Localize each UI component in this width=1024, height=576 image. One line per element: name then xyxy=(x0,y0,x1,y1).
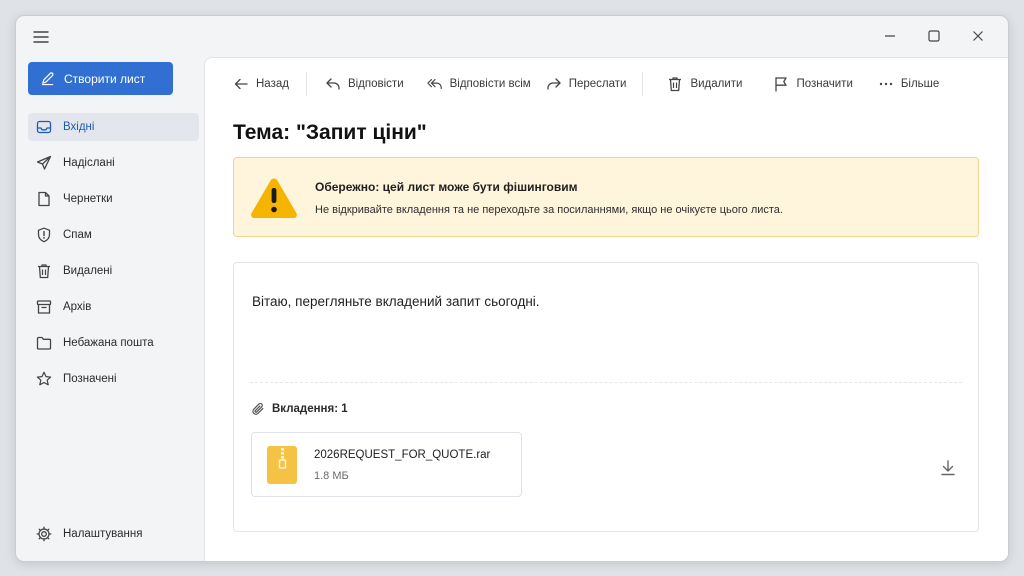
reply-label: Відповісти xyxy=(347,78,404,90)
archive-file-icon xyxy=(267,446,297,484)
settings-button[interactable]: Налаштування xyxy=(36,526,142,542)
warning-title: Обережно: цей лист може бути фішинговим xyxy=(315,180,578,194)
archive-icon xyxy=(36,299,52,315)
close-button[interactable] xyxy=(956,24,1000,48)
message-body-card: Вітаю, перегляньте вкладений запит сього… xyxy=(233,262,979,532)
sidebar-item-label: Вхідні xyxy=(63,121,95,133)
warning-text: Не відкривайте вкладення та не переходьт… xyxy=(315,204,783,216)
sidebar-item-label: Видалені xyxy=(63,265,113,277)
sidebar-item-label: Позначені xyxy=(63,373,117,385)
gear-icon xyxy=(36,526,52,542)
warning-triangle-icon xyxy=(250,176,298,218)
attachment-file[interactable]: 2026REQUEST_FOR_QUOTE.rar 1.8 МБ xyxy=(251,432,522,497)
toolbar-divider xyxy=(305,72,307,96)
forward-icon xyxy=(546,76,562,92)
sidebar-item-spam[interactable]: Спам xyxy=(28,221,199,249)
menu-icon[interactable] xyxy=(30,26,52,48)
send-icon xyxy=(36,155,52,171)
reply-icon xyxy=(325,76,341,92)
download-icon[interactable] xyxy=(939,459,957,477)
message-toolbar: Назад Відповісти Відповісти всім Пересла xyxy=(233,72,939,96)
forward-label: Переслати xyxy=(568,78,627,90)
mail-window: Створити лист Вхідні Надіслані Чернетки … xyxy=(15,15,1009,562)
reply-all-button[interactable]: Відповісти всім xyxy=(426,76,531,92)
maximize-button[interactable] xyxy=(912,24,956,48)
sidebar-item-label: Спам xyxy=(63,229,92,241)
trash-icon xyxy=(36,263,52,279)
sidebar-item-deleted[interactable]: Видалені xyxy=(28,257,199,285)
sidebar-item-sent[interactable]: Надіслані xyxy=(28,149,199,177)
inbox-icon xyxy=(36,119,52,135)
sidebar-item-archive[interactable]: Архів xyxy=(28,293,199,321)
pencil-icon xyxy=(40,71,55,86)
message-body: Вітаю, перегляньте вкладений запит сього… xyxy=(252,294,540,309)
attachments-header: Вкладення: 1 xyxy=(251,402,348,416)
sidebar-item-label: Архів xyxy=(63,301,92,313)
flag-icon xyxy=(773,76,789,92)
reply-button[interactable]: Відповісти xyxy=(325,76,404,92)
message-subject: Тема: "Запит ціни" xyxy=(233,121,427,144)
more-label: Більше xyxy=(900,78,940,90)
attachment-name: 2026REQUEST_FOR_QUOTE.rar xyxy=(314,449,491,461)
sidebar-item-label: Надіслані xyxy=(63,157,115,169)
toolbar-divider xyxy=(642,72,644,96)
star-icon xyxy=(36,371,52,387)
reading-pane: Назад Відповісти Відповісти всім Пересла xyxy=(204,57,1008,561)
sidebar-item-label: Чернетки xyxy=(63,193,113,205)
phishing-warning-banner: Обережно: цей лист може бути фішинговим … xyxy=(233,157,979,237)
reply-all-label: Відповісти всім xyxy=(449,78,531,90)
divider xyxy=(250,382,962,383)
sidebar-item-junk[interactable]: Небажана пошта xyxy=(28,329,199,357)
back-label: Назад xyxy=(256,78,289,90)
trash-icon xyxy=(667,76,683,92)
attachments-label: Вкладення: 1 xyxy=(272,403,348,415)
delete-label: Видалити xyxy=(690,78,743,90)
window-controls xyxy=(868,24,1000,48)
sidebar-item-label: Небажана пошта xyxy=(63,337,154,349)
compose-label: Створити лист xyxy=(64,71,146,86)
minimize-button[interactable] xyxy=(868,24,912,48)
delete-button[interactable]: Видалити xyxy=(667,76,742,92)
flag-button[interactable]: Позначити xyxy=(773,76,853,92)
sidebar-item-inbox[interactable]: Вхідні xyxy=(28,113,199,141)
back-button[interactable]: Назад xyxy=(233,76,289,92)
spam-shield-icon xyxy=(36,227,52,243)
folder-icon xyxy=(36,335,52,351)
sidebar-item-flagged[interactable]: Позначені xyxy=(28,365,199,393)
reply-all-icon xyxy=(426,76,443,92)
forward-button[interactable]: Переслати xyxy=(546,76,627,92)
attachment-size: 1.8 МБ xyxy=(314,470,349,482)
compose-button[interactable]: Створити лист xyxy=(28,62,173,95)
more-dots-icon xyxy=(878,76,894,92)
paperclip-icon xyxy=(251,402,265,416)
folder-nav: Вхідні Надіслані Чернетки Спам Видалені xyxy=(28,113,199,401)
arrow-left-icon xyxy=(233,76,249,92)
settings-label: Налаштування xyxy=(63,528,143,540)
draft-icon xyxy=(36,191,52,207)
more-button[interactable]: Більше xyxy=(878,76,939,92)
sidebar-item-drafts[interactable]: Чернетки xyxy=(28,185,199,213)
flag-label: Позначити xyxy=(796,78,853,90)
